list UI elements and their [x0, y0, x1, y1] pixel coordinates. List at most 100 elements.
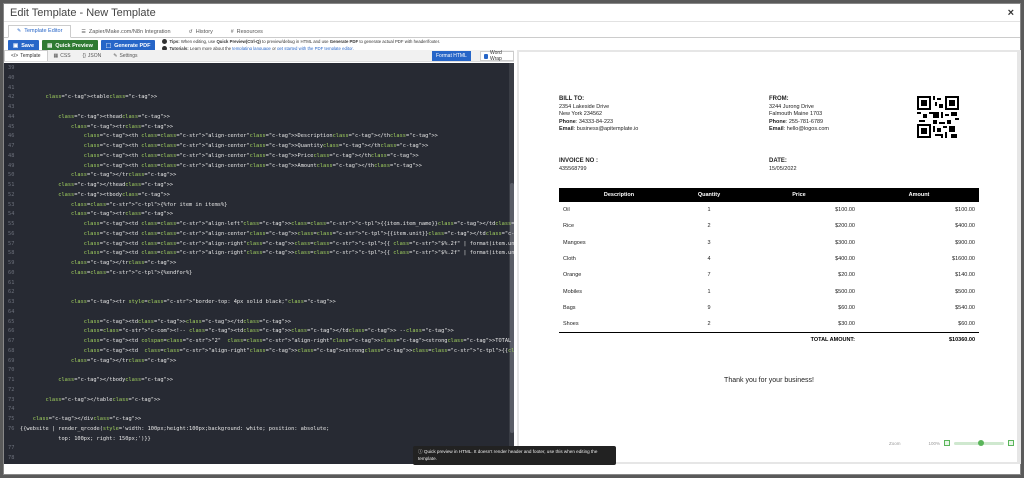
code-line[interactable]: 76 {{website | render_qrcode(style='width… — [4, 424, 329, 434]
invoice-table: Description Quantity Price Amount Oil 1 $1… — [559, 188, 979, 332]
tab-integration[interactable]: ☰ Zapier/Make.com/N8n Integration — [73, 27, 178, 38]
code-line[interactable]: 66 class=class="c-str">"c-com"><!-- clas… — [4, 326, 454, 336]
table-cell: Shoes — [563, 321, 579, 328]
code-line[interactable]: 48 class="c-tag"><th class=class="c-str"… — [4, 151, 419, 161]
code-line[interactable]: 59 class="c-tag"></trclass="c-tag">> — [4, 258, 176, 268]
code-line[interactable]: 62 — [4, 287, 20, 297]
line-number: 59 — [8, 260, 15, 266]
line-number: 41 — [8, 84, 15, 91]
table-cell: $900.00 — [955, 239, 975, 246]
code-editor[interactable]: 39 40 41 42 class="c-tag"><tableclass="c-ta… — [4, 63, 514, 464]
table-row: Cloth 4 $400.00 $1600.00 — [559, 251, 979, 267]
from-block: FROM: 3244 Jurong Drive Falmouth Maine 1… — [769, 96, 830, 132]
table-cell: $100.00 — [835, 207, 855, 214]
line-number: 56 — [8, 230, 15, 237]
editor-scrollbar[interactable] — [509, 63, 514, 464]
code-line[interactable]: 77 — [4, 443, 20, 453]
line-text: class="c-tag"><theadclass="c-tag">> — [58, 113, 170, 120]
line-text: class="c-tag"><td class=class="c-str">"a… — [83, 230, 514, 237]
close-icon[interactable]: × — [1008, 7, 1014, 19]
zoom-out-icon[interactable] — [944, 440, 951, 446]
zoom-slider[interactable] — [954, 439, 1005, 446]
code-line[interactable]: 40 — [4, 73, 20, 83]
table-cell: $100.00 — [955, 207, 975, 214]
line-text: class="c-tag"><tbodyclass="c-tag">> — [58, 191, 170, 198]
code-line[interactable]: 63 class="c-tag"><tr style=class="c-str"… — [4, 297, 336, 307]
code-line[interactable]: 75 class="c-tag"></divclass="c-tag">> — [4, 414, 141, 424]
format-html-button[interactable]: Format HTML — [432, 51, 471, 61]
code-line[interactable]: 73 class="c-tag"></tableclass="c-tag">> — [4, 395, 160, 405]
code-line[interactable]: 61 — [4, 278, 20, 288]
tab-history[interactable]: ↺ History — [181, 27, 221, 38]
line-text: class="c-tag"><trclass="c-tag">> — [71, 211, 174, 218]
tab-template[interactable]: </> Template — [4, 50, 48, 61]
zoom-in-icon[interactable] — [1008, 440, 1015, 446]
code-line[interactable]: 72 — [4, 385, 20, 395]
code-line[interactable]: 53 class=class="c-str">"c-tpl">{%for ite… — [4, 200, 227, 210]
code-line[interactable]: 70 — [4, 365, 20, 375]
code-line[interactable]: 47 class="c-tag"><th class=class="c-str"… — [4, 141, 428, 151]
line-number: 52 — [8, 191, 15, 198]
tab-json[interactable]: {} JSON — [77, 50, 108, 61]
tab-template-editor[interactable]: ✎ Template Editor — [8, 25, 72, 38]
table-cell: $400.00 — [955, 223, 975, 230]
table-cell: 3 — [707, 239, 711, 246]
code-line[interactable]: top: 100px; right: 150px;')}} — [4, 434, 150, 444]
line-text: class="c-tag"><tr style=class="c-str">"b… — [71, 299, 336, 305]
code-line[interactable]: 44 class="c-tag"><theadclass="c-tag">> — [4, 112, 170, 122]
line-number: 68 — [8, 347, 15, 354]
code-line[interactable]: 79 — [4, 463, 20, 464]
line-text: class="c-tag"><th class=class="c-str">"a… — [83, 143, 429, 149]
tab-settings[interactable]: ✎ Settings — [107, 50, 143, 61]
line-number: 57 — [8, 240, 15, 247]
info-icon — [162, 39, 168, 45]
code-line[interactable]: 42 class="c-tag"><tableclass="c-tag">> — [4, 92, 157, 102]
line-text: class="c-tag"></theadclass="c-tag">> — [58, 182, 174, 188]
code-line[interactable]: 55 class="c-tag"><td class=class="c-str"… — [4, 219, 514, 229]
code-line[interactable]: 43 — [4, 102, 20, 112]
code-line[interactable]: 78 — [4, 453, 20, 463]
code-line[interactable]: 39 — [4, 63, 20, 73]
code-line[interactable]: 64 — [4, 307, 20, 317]
code-line[interactable]: 49 class="c-tag"><th class=class="c-str"… — [4, 161, 422, 171]
zoom-slider-knob[interactable] — [978, 439, 985, 446]
code-line[interactable]: 41 — [4, 83, 20, 93]
code-line[interactable]: 54 class="c-tag"><trclass="c-tag">> — [4, 209, 173, 219]
code-line[interactable]: 65 class="c-tag"><tdclass="c-tag">>class… — [4, 317, 291, 327]
main-tabs: ✎ Template Editor ☰ Zapier/Make.com/N8n In… — [4, 24, 1020, 38]
table-row: Shoes 2 $30.00 $60.00 — [559, 316, 979, 332]
table-cell: $540.00 — [955, 304, 975, 311]
line-text: class="c-tag"></trclass="c-tag">> — [71, 260, 177, 266]
code-line[interactable]: 67 class="c-tag"><td colspan=class="c-st… — [4, 336, 514, 346]
code-line[interactable]: 60 class=class="c-str">"c-tpl">{%endfor%… — [4, 268, 192, 278]
code-line[interactable]: 45 class="c-tag"><trclass="c-tag">> — [4, 122, 173, 132]
code-line[interactable]: 57 class="c-tag"><td class=class="c-str"… — [4, 239, 514, 249]
wrench-icon: ✎ — [113, 52, 118, 59]
code-line[interactable]: 69 class="c-tag"></trclass="c-tag">> — [4, 356, 176, 366]
date-block: DATE: 15/05/2022 — [769, 158, 797, 172]
code-line[interactable]: 52 class="c-tag"><tbodyclass="c-tag">> — [4, 190, 170, 200]
line-number: 64 — [8, 308, 15, 315]
code-line[interactable]: 68 class="c-tag"><td class=class="c-str"… — [4, 346, 514, 356]
code-line[interactable]: 58 class="c-tag"><td class=class="c-str"… — [4, 248, 514, 258]
code-line[interactable]: 74 — [4, 404, 20, 414]
code-line[interactable]: 56 class="c-tag"><td class=class="c-str"… — [4, 229, 514, 239]
code-line[interactable]: 46 class="c-tag"><th class=class="c-str"… — [4, 131, 438, 141]
table-row: Bags 9 $60.00 $540.00 — [559, 300, 979, 316]
code-line[interactable]: 51 class="c-tag"></theadclass="c-tag">> — [4, 180, 173, 190]
qr-code-image — [917, 96, 959, 138]
table-row: Orange 7 $20.00 $140.00 — [559, 267, 979, 283]
code-line[interactable]: 50 class="c-tag"></trclass="c-tag">> — [4, 170, 176, 180]
total-row: TOTAL AMOUNT: $10360.00 — [559, 332, 979, 346]
line-number: 45 — [8, 123, 15, 130]
history-icon: ↺ — [188, 29, 193, 35]
line-number: 44 — [8, 113, 15, 120]
line-number: 71 — [8, 377, 15, 383]
tab-resources[interactable]: # Resources — [223, 27, 271, 38]
word-wrap-toggle[interactable]: Word Wrap — [480, 50, 514, 62]
table-cell: $500.00 — [955, 288, 975, 295]
tab-css[interactable]: ▦ CSS — [48, 50, 77, 61]
code-line[interactable]: 71 class="c-tag"></tbodyclass="c-tag">> — [4, 375, 173, 385]
col-description: Description — [603, 192, 635, 198]
invoice-no-block: INVOICE NO : 435568799 — [559, 158, 599, 172]
